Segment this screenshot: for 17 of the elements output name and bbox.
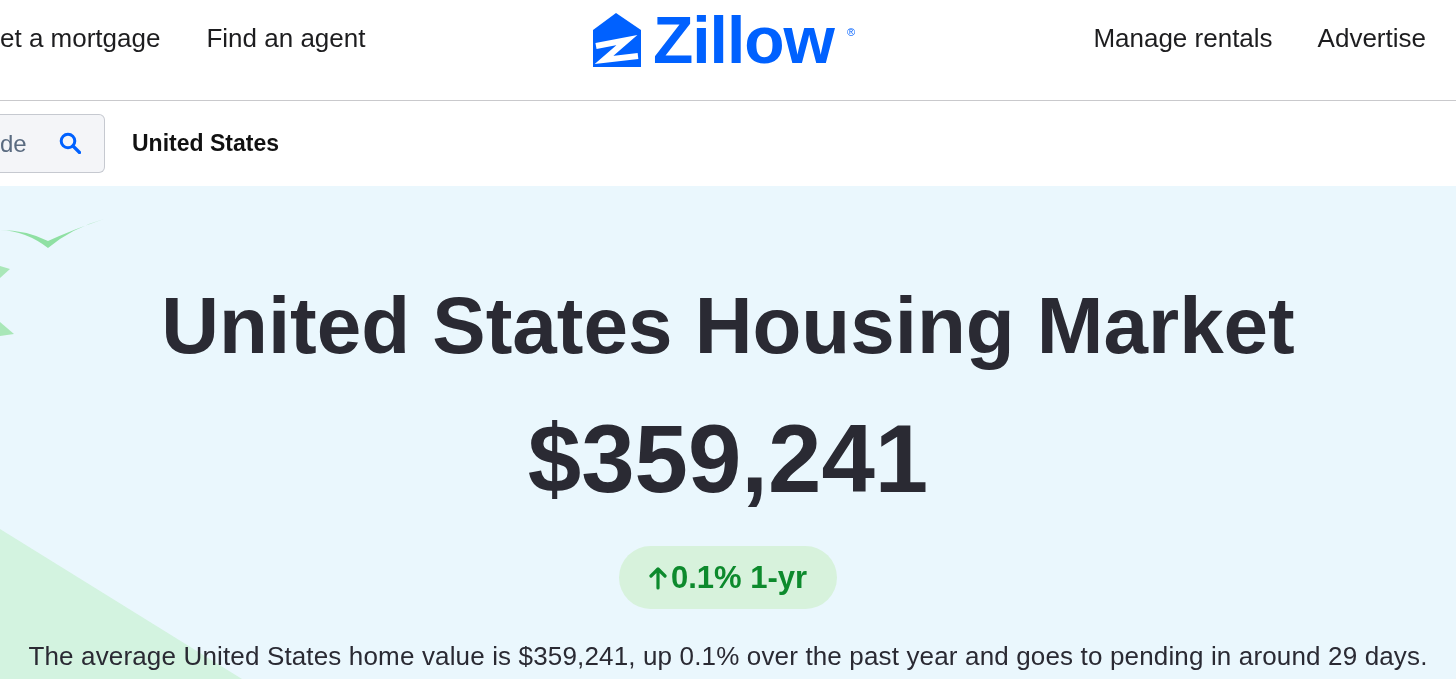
logo-wordmark: Zillow [652, 7, 834, 73]
change-text: 0.1% 1-yr [670, 559, 808, 596]
leaf-shape [0, 322, 14, 336]
house-logo-icon [592, 13, 641, 67]
nav-link[interactable]: Advertise [1317, 22, 1426, 54]
page-title: United States Housing Market [161, 280, 1295, 372]
summary-text: The average United States home value is $359,241, up 0.1% over the past year and goes to pending in around 29 days. [28, 641, 1428, 671]
home-value: $359,241 [527, 404, 929, 514]
search-icon[interactable] [59, 132, 81, 154]
location-label: United States [132, 130, 279, 157]
nav-link[interactable]: Manage rentals [1093, 22, 1273, 54]
search-field[interactable]: de [0, 114, 105, 173]
registered-mark: ® [846, 27, 856, 38]
nav-link[interactable]: Find an agent [206, 22, 366, 54]
logo[interactable]: Zillow ® [592, 5, 864, 95]
leaf-shape [0, 266, 10, 278]
nav-link[interactable]: et a mortgage [0, 22, 161, 54]
